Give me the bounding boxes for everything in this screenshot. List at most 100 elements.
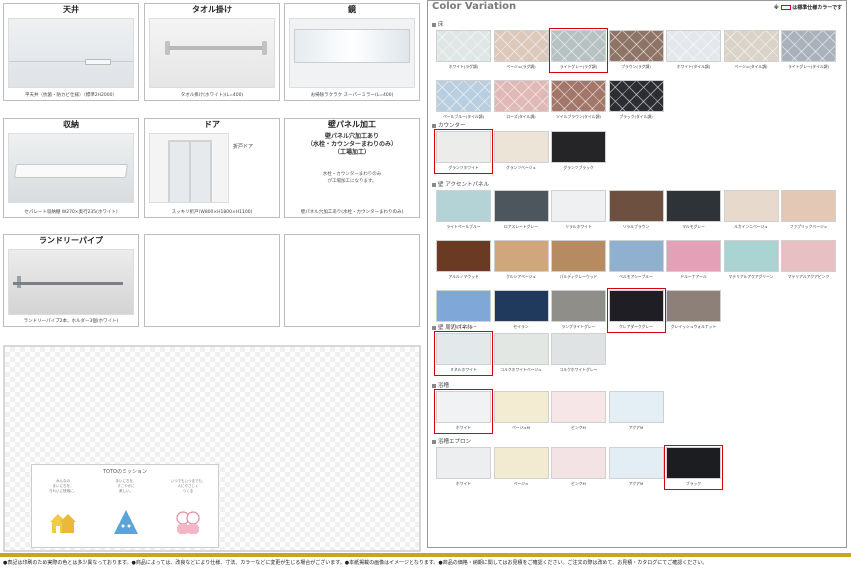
laundry-pipe-photo [8,249,134,315]
swatch-label: グランツブラック [563,165,594,170]
towel-title: タオル掛け [192,5,232,14]
door-side-label: 折戸ドア [233,144,254,150]
door-caption: スッキリ折戸(W800×H1800×H1100) [171,210,253,215]
swatch-color-chip [666,290,721,322]
section-label: カウンター [432,121,466,129]
swatch-label: ベルモアシーブルー [619,274,653,279]
color-swatch[interactable]: ローズ(タイル調) [493,80,549,121]
color-swatch[interactable]: ブラウン(ラグ調) [608,30,664,71]
ceiling-title: 天井 [63,5,79,14]
color-swatch[interactable]: ミネルホワイト [434,331,493,376]
swatch-color-chip [551,190,606,222]
color-swatch[interactable]: クルシアベージュ [493,240,549,281]
swatch-label: ドルーナアール [680,274,707,279]
swatch-color-chip [608,190,664,222]
swatch-color-chip [493,391,549,423]
swatch-color-chip [723,240,779,272]
swatch-color-chip [493,447,549,479]
swatch-label: ライトグレー(タイル調) [788,64,829,69]
color-swatch[interactable]: ブラック [664,445,723,490]
storage-caption: セパレート収納棚 W270×奥行235(ホワイト) [24,210,118,215]
color-swatch[interactable]: ペールブルー(タイル調) [436,80,491,121]
laundry-cell: ランドリーパイプ ランドリーパイプ2本、ホルダー3個(ホワイト) [3,234,139,327]
storage-cell: 収納 セパレート収納棚 W270×奥行235(ホワイト) [3,118,139,218]
swatch-color-chip [608,447,664,479]
swatch-color-chip [493,240,549,272]
toto-mission-card: TOTOのミッション みんなの まいにちを、 きれいに快適に。 まいにちを、 すこやか… [31,464,219,548]
water-drop-icon [114,510,138,534]
swatch-color-chip [551,80,606,112]
color-swatch[interactable]: アルルノマウッド [436,240,491,281]
color-swatch[interactable]: パルディクレーウッド [551,240,606,281]
section-label: 壁 アクセントパネル [432,180,489,188]
color-swatch[interactable]: ドルーナアール [666,240,721,281]
color-swatch[interactable]: ピンクM [551,447,606,488]
color-swatch[interactable]: ホワイト(ラグ調) [436,30,491,71]
color-swatch[interactable]: コルクホワイトグレー [551,333,606,374]
color-swatch[interactable]: ブラック(タイル調) [608,80,664,121]
color-swatch[interactable]: ライトペールブルー [436,190,491,231]
house-icon [50,514,76,533]
color-swatch[interactable]: ファブリックベージュ [781,190,836,231]
wallpanel-description: 壁パネル穴加工あり （水栓・カウンターまわりのみ） （工場加工） [306,133,397,156]
swatch-label: クレアダークグレー [618,324,654,329]
color-swatch[interactable]: マテリアルアクアグリーン [723,240,779,281]
swatch-color-chip [551,333,606,365]
color-swatch[interactable]: ホワイト(タイル調) [666,30,721,71]
color-swatch[interactable]: アクアM [608,391,664,432]
storage-title: 収納 [63,120,79,129]
swatch-color-chip [781,190,836,222]
swatch-label: パルディクレーウッド [559,274,598,279]
color-swatch[interactable]: マテリアルアクアピンク [781,240,836,281]
color-swatch[interactable]: リラルホワイト [551,190,606,231]
shelf-photo [8,133,134,203]
swatch-label: アクアM [628,425,644,430]
swatch-label: アクアM [628,481,644,486]
color-swatch[interactable]: グランツブラック [551,131,606,172]
empty-cell [144,234,280,327]
swatch-color-chip [781,30,836,62]
color-swatch[interactable]: ベージュM [493,391,549,432]
mission-col-3: いつでもいつまでも、 人にやさしく つくる [170,479,206,493]
swatch-label: クルシアベージュ [506,274,536,279]
color-swatch[interactable]: ベルモアシーブルー [608,240,664,281]
swatch-label: ベージュ(ラグ調) [506,64,536,69]
color-swatch[interactable]: ルカインニベージュ [723,190,779,231]
color-swatch[interactable]: グランツベージュ [493,131,549,172]
swatch-label: ルカインニベージュ [734,224,768,229]
color-swatch[interactable]: コルクホワイトベージュ [493,333,549,374]
swatch-color-chip [436,391,491,423]
color-swatch[interactable]: ベージュ(タイル調) [723,30,779,71]
color-swatch[interactable]: ライトグレー(ラグ調) [549,28,608,73]
color-swatch[interactable]: マルモグレー [666,190,721,231]
color-swatch[interactable]: ソイルブラウン(タイル調) [551,80,606,121]
color-swatch[interactable]: グレイッシュウォルナット [666,290,721,331]
color-swatch[interactable]: アクアM [608,447,664,488]
mirror-caption: お掃除ラクラク スーパーミラー(L=400) [310,93,394,98]
section-label: 浴槽 [432,381,449,389]
color-swatch[interactable]: セイラン [493,290,549,331]
swatch-color-chip [781,240,836,272]
swatch-label: セイラン [513,324,529,329]
swatch-label: ランプライトグレー [561,324,596,329]
ceiling-photo [8,18,134,88]
mirror-photo [289,18,415,88]
color-swatch[interactable]: ランプライトグレー [551,290,606,331]
color-swatch[interactable]: ベージュ [493,447,549,488]
color-swatch[interactable]: クレアダークグレー [606,288,666,333]
color-swatch[interactable]: グランツホワイト [434,129,493,174]
color-swatch[interactable]: ホワイト [436,447,491,488]
swatch-color-chip [608,30,664,62]
color-swatch[interactable]: ピンクM [551,391,606,432]
color-swatch[interactable]: リラルブラウン [608,190,664,231]
swatch-label: ホワイト(タイル調) [676,64,711,69]
color-swatch[interactable]: ホワイト [434,389,493,434]
swatch-label: グランツベージュ [505,165,537,170]
swatch-label: ベージュ(タイル調) [734,64,768,69]
color-swatch[interactable]: ライトグレー(タイル調) [781,30,836,71]
color-swatch[interactable]: ベージュ(ラグ調) [493,30,549,71]
swatch-color-chip [723,190,779,222]
light-fixture-icon [85,59,111,65]
color-swatch[interactable]: ロアスレートグレー [493,190,549,231]
towel-caption: タオル掛け(ホワイト)(L=400) [180,93,244,98]
